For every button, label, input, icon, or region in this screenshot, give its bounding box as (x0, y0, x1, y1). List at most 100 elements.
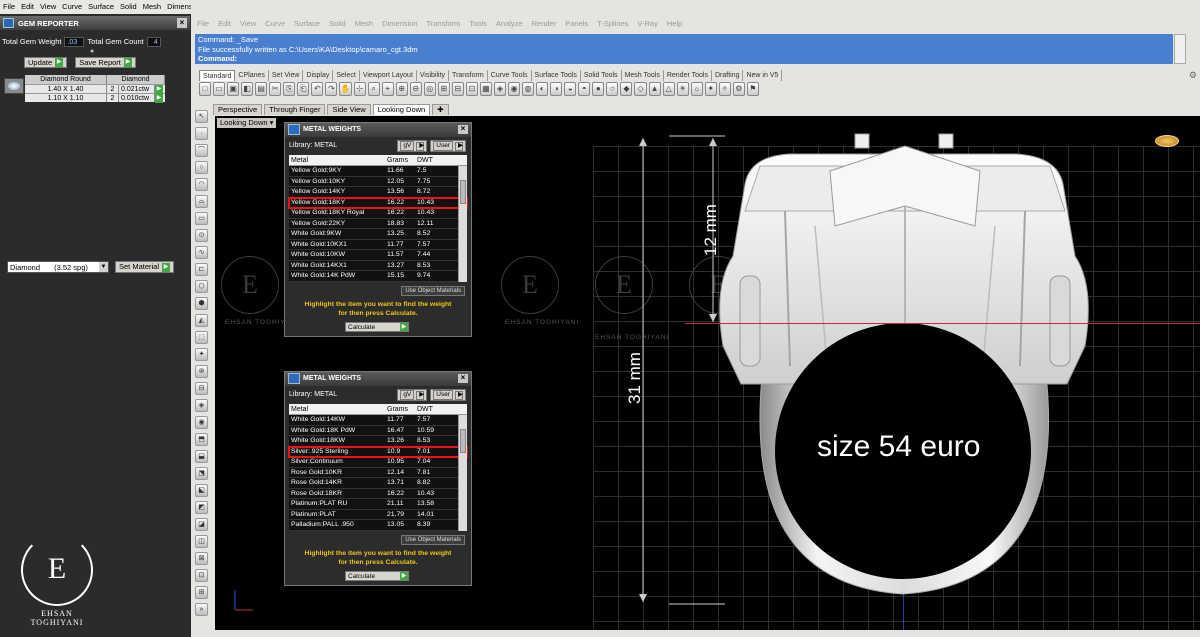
tool-button-icon[interactable]: ◉ (195, 416, 208, 429)
table-row[interactable]: Yellow Gold:9KY 11.66 7.5 (289, 166, 467, 177)
use-object-materials-button[interactable]: Use Object Materials (401, 285, 465, 296)
table-row[interactable]: Silver:.925 Sterling 10.9 7.01 (288, 445, 468, 458)
tool-button-icon[interactable]: ⊠ (195, 552, 208, 565)
toolbar-tab[interactable]: Render Tools (664, 70, 712, 81)
toolbar-button-icon[interactable]: ◐ (536, 82, 549, 96)
tool-button-icon[interactable]: » (195, 603, 208, 616)
viewport-title[interactable]: Looking Down ▾ (217, 118, 277, 128)
material-select[interactable]: Diamond (3.52 spg) ▼ (7, 261, 109, 273)
user-button[interactable]: User ▶ (430, 389, 466, 401)
toolbar-button-icon[interactable]: ◍ (522, 82, 535, 96)
tool-button-icon[interactable]: ↖ (195, 110, 208, 123)
set-material-button[interactable]: Set Material ▶ (115, 261, 175, 273)
tool-button-icon[interactable]: ◠ (195, 178, 208, 191)
table-row[interactable]: 1.40 X 1.40 2 0.021ctw ▶ (25, 84, 165, 94)
toolbar-tab[interactable]: Select (333, 70, 360, 81)
command-scrollbar[interactable] (1174, 34, 1186, 64)
toolbar-button-icon[interactable]: ◆ (620, 82, 633, 96)
toolbar-button-icon[interactable]: ✂ (269, 82, 282, 96)
toolbar-button-icon[interactable]: ✧ (718, 82, 731, 96)
tool-button-icon[interactable]: ◭ (195, 314, 208, 327)
toolbar-button-icon[interactable]: ◈ (493, 82, 507, 96)
menu-item[interactable]: V-Ray (637, 19, 657, 29)
menu-item[interactable]: Solid (329, 19, 346, 29)
tool-button-icon[interactable]: ⬔ (195, 467, 208, 480)
toolbar-button-icon[interactable]: ⊕ (395, 82, 408, 96)
chevron-down-icon[interactable]: ▼ (99, 262, 108, 272)
tool-button-icon[interactable]: ◫ (195, 535, 208, 548)
toolbar-tab[interactable]: Drafting (712, 70, 744, 81)
toolbar-button-icon[interactable]: ⊡ (465, 82, 478, 96)
table-row[interactable]: White Gold:10KW 11.57 7.44 (289, 250, 467, 261)
table-row[interactable]: White Gold:14K PdW 15.15 9.74 (289, 271, 467, 282)
menu-item[interactable]: Help (667, 19, 682, 29)
add-viewport-tab-icon[interactable]: ✚ (432, 104, 449, 115)
tool-button-icon[interactable]: ○ (195, 161, 208, 174)
table-row[interactable]: Platinum:PLAT 21.79 14.01 (289, 509, 467, 520)
toolbar-button-icon[interactable]: ▲ (648, 82, 661, 96)
tool-button-icon[interactable]: ⊙ (195, 229, 208, 242)
menu-item[interactable]: Tools (469, 19, 487, 29)
menu-item[interactable]: Edit (21, 2, 34, 12)
toolbar-button-icon[interactable]: ☀ (676, 82, 689, 96)
toolbar-button-icon[interactable]: ⚑ (746, 82, 759, 96)
table-row[interactable]: White Gold:14KX1 13.27 8.53 (289, 260, 467, 271)
toolbar-button-icon[interactable]: ◒ (564, 82, 577, 96)
table-row[interactable]: Silver:Continuum 10.95 7.04 (289, 457, 467, 468)
navigation-gizmo-icon[interactable] (1155, 135, 1179, 147)
toolbar-button-icon[interactable]: ◇ (634, 82, 647, 96)
toolbar-button-icon[interactable]: ▦ (479, 82, 492, 96)
table-row[interactable]: White Gold:18KW 13.26 8.53 (289, 436, 467, 447)
toolbar-tab[interactable]: Visibility (417, 70, 450, 81)
menu-item[interactable]: File (3, 2, 15, 12)
toolbar-button-icon[interactable]: ▭ (213, 82, 226, 96)
table-row[interactable]: White Gold:14KW 11.77 7.57 (289, 415, 467, 426)
toolbar-button-icon[interactable]: ◧ (241, 82, 254, 96)
arrow-right-icon[interactable]: ▶ (155, 85, 163, 94)
menu-item[interactable]: Dimension (167, 2, 191, 12)
tool-button-icon[interactable]: ⬒ (195, 433, 208, 446)
update-button[interactable]: Update ▶ (24, 57, 68, 68)
toolbar-button-icon[interactable]: □ (199, 82, 212, 96)
viewport-tab[interactable]: Looking Down (372, 104, 431, 115)
tool-button-icon[interactable]: ⊏ (195, 263, 208, 276)
menu-item[interactable]: View (40, 2, 56, 12)
table-row[interactable]: Rose Gold:10KR 12.14 7.81 (289, 467, 467, 478)
collapse-icon[interactable]: ● (90, 48, 94, 55)
toolbar-button-icon[interactable]: ⊟ (451, 82, 464, 96)
toolbar-button-icon[interactable]: ▣ (227, 82, 240, 96)
metal-table-scrollbar[interactable] (458, 166, 467, 282)
use-object-materials-button[interactable]: Use Object Materials (401, 534, 465, 545)
tool-button-icon[interactable]: ⬚ (195, 331, 208, 344)
toolbar-button-icon[interactable]: ⎘ (283, 82, 296, 96)
tool-button-icon[interactable]: · (195, 127, 208, 140)
toolbar-tab[interactable]: Standard (199, 70, 236, 81)
save-report-button[interactable]: Save Report ▶ (75, 57, 136, 68)
user-button[interactable]: User ▶ (430, 140, 466, 152)
table-row[interactable]: Yellow Gold:18KY 16.22 10.43 (288, 196, 468, 209)
toolbar-button-icon[interactable]: ▤ (255, 82, 268, 96)
toolbar-button-icon[interactable]: ↷ (325, 82, 338, 96)
table-row[interactable]: White Gold:18K PdW 16.47 10.59 (289, 425, 467, 436)
menu-item[interactable]: Curve (62, 2, 82, 12)
toolbar-tab[interactable]: Surface Tools (532, 70, 581, 81)
table-row[interactable]: White Gold:10KX1 11.77 7.57 (289, 239, 467, 250)
toolbar-tab[interactable]: Curve Tools (488, 70, 532, 81)
menu-item[interactable]: Transform (427, 19, 461, 29)
toolbar-button-icon[interactable]: ⚙ (732, 82, 745, 96)
table-row[interactable]: Rose Gold:14KR 13.71 8.82 (289, 478, 467, 489)
viewport-looking-down[interactable]: Looking Down ▾ E E E E E EHSAN TOGHIYANI… (215, 116, 1200, 630)
viewport-tab[interactable]: Perspective (213, 104, 263, 115)
menu-item[interactable]: Surface (294, 19, 320, 29)
toolbar-button-icon[interactable]: ◉ (508, 82, 521, 96)
tool-button-icon[interactable]: ⊛ (195, 365, 208, 378)
toolbar-button-icon[interactable]: ● (592, 82, 605, 96)
command-prompt[interactable]: Command: (198, 54, 1170, 64)
menu-item[interactable]: Mesh (355, 19, 373, 29)
arrow-right-icon[interactable]: ▶ (155, 94, 163, 103)
menu-item[interactable]: Panels (565, 19, 588, 29)
tool-button-icon[interactable]: ∿ (195, 246, 208, 259)
table-row[interactable]: Yellow Gold:18KY Royal 16.22 10.43 (289, 208, 467, 219)
table-row[interactable]: Yellow Gold:22KY 18.83 12.11 (289, 218, 467, 229)
table-row[interactable]: Yellow Gold:14KY 13.56 8.72 (289, 187, 467, 198)
